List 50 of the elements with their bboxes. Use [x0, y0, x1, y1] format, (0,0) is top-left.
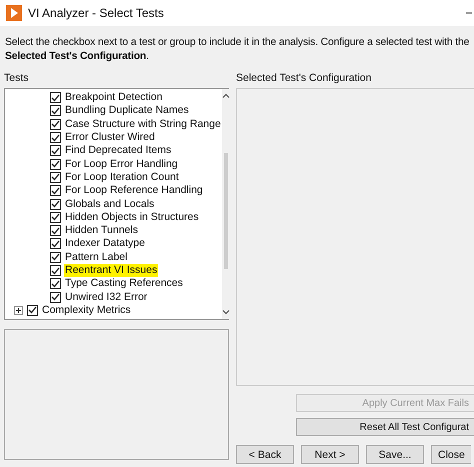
checkbox[interactable]: [50, 185, 61, 196]
checkbox[interactable]: [27, 304, 38, 316]
tree-item[interactable]: Error Cluster Wired: [64, 131, 156, 144]
tree-item[interactable]: Find Deprecated Items: [64, 144, 172, 158]
scroll-down-icon[interactable]: [222, 310, 230, 315]
tree-item[interactable]: For Loop Error Handling: [64, 158, 179, 171]
tree-item[interactable]: Hidden Tunnels: [64, 224, 139, 238]
tree-item[interactable]: Type Casting References: [64, 277, 184, 290]
tree-item[interactable]: Breakpoint Detection: [64, 91, 164, 104]
dialog-button[interactable]: Next >: [301, 445, 359, 464]
checkbox[interactable]: [50, 118, 61, 130]
tree-item[interactable]: For Loop Iteration Count: [64, 170, 180, 184]
checkbox[interactable]: [50, 265, 61, 276]
tree-item[interactable]: Pattern Label: [64, 250, 128, 264]
tree-item[interactable]: Reentrant VI Issues: [64, 264, 158, 277]
app-logo-icon: [6, 5, 22, 21]
checkbox[interactable]: [50, 238, 61, 250]
action-button[interactable]: Reset All Test Configurat: [296, 418, 474, 436]
instructions-text: Select the checkbox next to a test or group to include it in the analysis. Configure a selected test with the Selected Test's Configuration.: [5, 36, 470, 64]
expand-icon[interactable]: [14, 306, 23, 315]
window-title: VI Analyzer - Select Tests: [28, 6, 165, 20]
dialog-button[interactable]: < Back: [236, 445, 294, 464]
tree-item[interactable]: For Loop Reference Handling: [64, 184, 204, 198]
dialog-button[interactable]: Save...: [366, 445, 424, 464]
tree-item[interactable]: Bundling Duplicate Names: [64, 104, 190, 118]
checkbox[interactable]: [50, 212, 61, 223]
checkbox[interactable]: [50, 278, 61, 290]
section-label: Tests: [4, 71, 30, 86]
checkbox[interactable]: [50, 92, 61, 104]
checkbox[interactable]: [50, 198, 61, 210]
minimize-icon[interactable]: [466, 12, 472, 14]
scrollbar[interactable]: [222, 89, 230, 319]
checkbox[interactable]: [50, 252, 61, 263]
checkbox[interactable]: [50, 145, 61, 156]
scrollbar-thumb[interactable]: [224, 153, 228, 269]
tree-item[interactable]: Hidden Objects in Structures: [64, 210, 200, 224]
checkbox[interactable]: [50, 225, 61, 236]
checkbox[interactable]: [50, 105, 61, 116]
checkbox[interactable]: [50, 292, 61, 303]
checkbox[interactable]: [50, 132, 61, 144]
section-label: Selected Test's Configuration: [236, 71, 372, 86]
tree-item[interactable]: Complexity Metrics: [41, 304, 132, 317]
scroll-up-icon[interactable]: [222, 93, 230, 98]
tree-item[interactable]: Indexer Datatype: [64, 237, 146, 250]
tree-item[interactable]: Globals and Locals: [64, 198, 156, 211]
checkbox[interactable]: [50, 158, 61, 170]
tree-item[interactable]: Unwired I32 Error: [64, 290, 148, 304]
dialog-button[interactable]: Close: [431, 445, 471, 464]
tree-item[interactable]: Case Structure with String Range: [64, 118, 222, 131]
checkbox[interactable]: [50, 172, 61, 183]
